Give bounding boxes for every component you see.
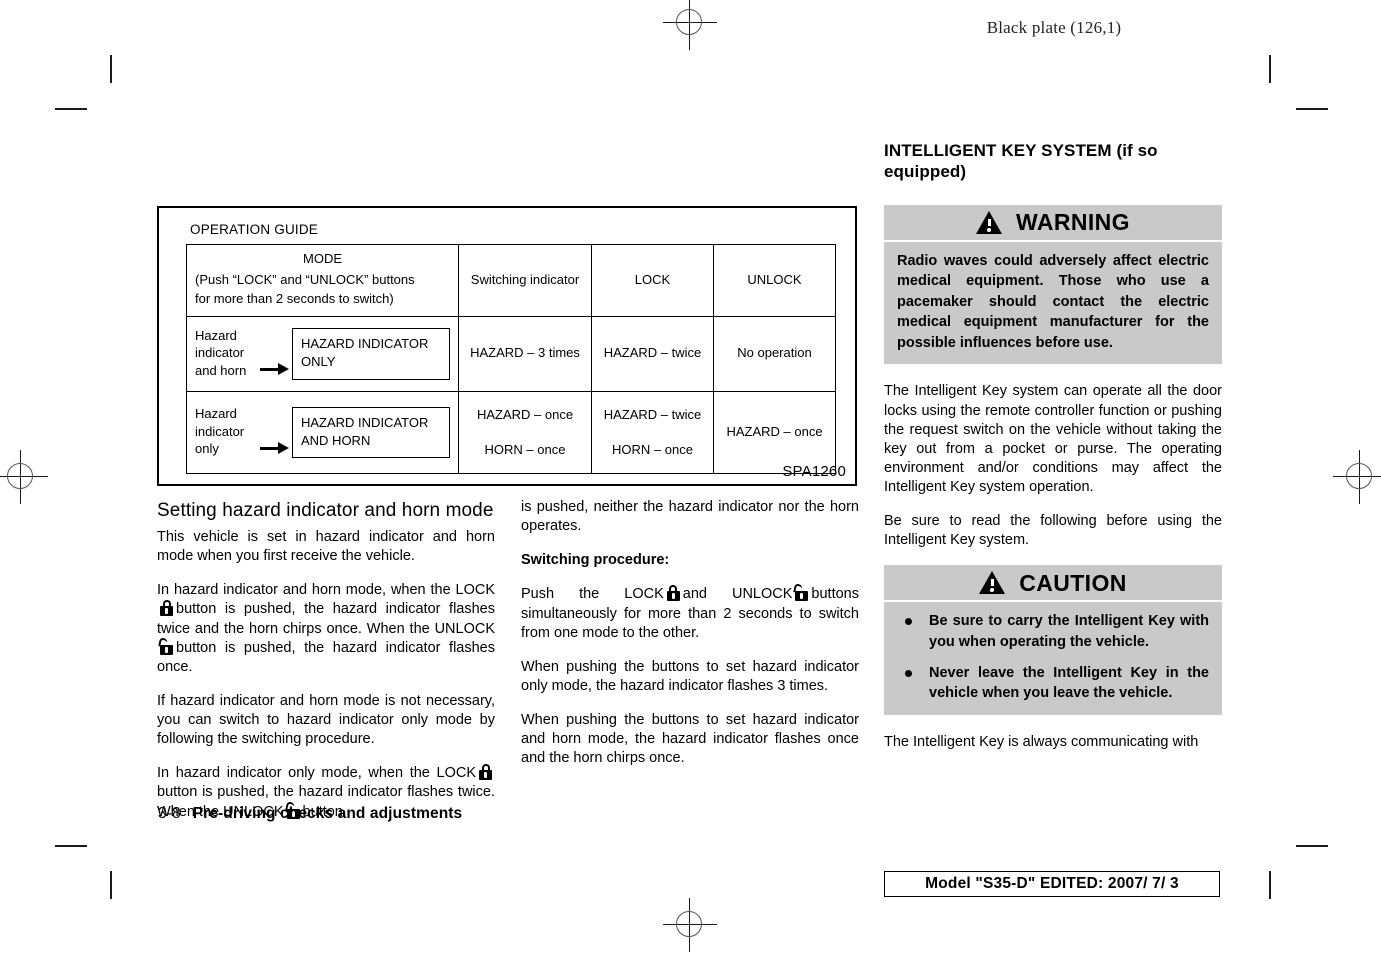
reg-circle: [676, 911, 702, 937]
cell-line: HORN – once: [612, 441, 693, 457]
section-heading-intelligent-key: INTELLIGENT KEY SYSTEM (if so equipped): [884, 141, 1158, 182]
crop-mark-bottom-right-horizontal: [1296, 845, 1328, 847]
cell-lock-2: HAZARD – twice HORN – once: [591, 391, 714, 475]
table-header-row: MODE (Push “LOCK” and “UNLOCK” buttons f…: [186, 244, 836, 317]
mode-to-box-1: HAZARD INDICATOR ONLY: [292, 328, 450, 380]
operation-guide-figure: OPERATION GUIDE MODE (Push “LOCK” and “U…: [157, 206, 857, 486]
warning-box: WARNING Radio waves could adversely affe…: [884, 204, 1222, 365]
warning-label: WARNING: [1016, 208, 1130, 235]
warning-triangle-icon: [979, 571, 1006, 595]
caution-box: CAUTION Be sure to carry the Intelligent…: [884, 565, 1222, 715]
header-cell-switching-indicator: Switching indicator: [458, 244, 592, 317]
crop-mark-top-right-vertical: [1269, 55, 1271, 83]
black-plate-header: Black plate (126,1): [986, 18, 1122, 37]
paragraph: When pushing the buttons to set hazard i…: [521, 712, 859, 767]
registration-mark-top: [663, 0, 717, 50]
cell-switching-indicator-1: HAZARD – 3 times: [458, 315, 592, 393]
text-run: and UNLOCK: [682, 586, 793, 603]
mode-to-box-2: HAZARD INDICATOR AND HORN: [292, 406, 450, 459]
lock-closed-icon: [666, 585, 680, 602]
header-cell-mode: MODE (Push “LOCK” and “UNLOCK” buttons f…: [186, 244, 459, 317]
figure-code: SPA1260: [782, 463, 846, 480]
subheading-switching-procedure: Switching procedure:: [521, 552, 670, 569]
paragraph: The Intelligent Key is always communicat…: [884, 733, 1199, 750]
bullet-icon: [905, 669, 912, 677]
figure-caption: OPERATION GUIDE: [190, 222, 319, 237]
table-row: Hazard indicator only HAZARD INDICATOR A…: [186, 391, 836, 475]
paragraph-with-icons: Push the LOCK and UNLOCK buttons simultane…: [521, 583, 859, 642]
paragraph-with-icons: In hazard indicator and horn mode, when …: [157, 581, 495, 677]
warning-text: Radio waves could adversely affect elect…: [897, 252, 1209, 351]
crop-mark-bottom-left-vertical: [110, 871, 112, 899]
text-column-middle: is pushed, neither the hazard indicator …: [521, 498, 859, 768]
reg-circle: [676, 9, 702, 35]
lock-closed-icon: [160, 600, 173, 617]
registration-mark-bottom: [663, 898, 717, 952]
cell-mode-transition-1: Hazard indicator and horn HAZARD INDICAT…: [186, 315, 459, 393]
section-name: Pre-driving checks and adjustments: [192, 805, 463, 822]
reg-circle: [1346, 463, 1372, 489]
cell-line: HAZARD – twice: [603, 406, 702, 422]
paragraph: When pushing the buttons to set hazard i…: [521, 658, 859, 694]
header-cell-unlock: UNLOCK: [713, 244, 836, 317]
paragraph: The Intelligent Key system can operate a…: [884, 383, 1222, 496]
paragraph: If hazard indicator and horn mode is not…: [157, 692, 495, 748]
mode-from-label-1: Hazard indicator and horn: [195, 327, 247, 378]
list-item: Be sure to carry the Intelligent Key wit…: [897, 611, 1209, 652]
lock-open-icon: [793, 583, 809, 602]
header-mode-note: (Push “LOCK” and “UNLOCK” buttons for mo…: [195, 271, 415, 306]
bullet-icon: [905, 618, 912, 626]
cell-switching-indicator-2: HAZARD – once HORN – once: [458, 391, 592, 475]
text-run: Push the LOCK: [521, 586, 664, 603]
crop-mark-bottom-left-horizontal: [55, 845, 87, 847]
crop-mark-top-left-vertical: [110, 55, 112, 83]
cell-line: HORN – once: [484, 441, 566, 457]
lock-closed-icon: [479, 764, 492, 781]
cell-unlock-2: HAZARD – once: [713, 391, 836, 475]
warning-header: WARNING: [884, 204, 1222, 240]
list-item-text: Be sure to carry the Intelligent Key wit…: [929, 613, 1209, 650]
cell-mode-transition-2: Hazard indicator only HAZARD INDICATOR A…: [186, 391, 459, 475]
reg-circle: [7, 463, 33, 489]
page-number: 3-8: [158, 805, 181, 822]
crop-mark-bottom-right-vertical: [1269, 871, 1271, 899]
text-run: button is pushed, the hazard indicator f…: [157, 601, 495, 637]
arrow-right-icon: [260, 441, 290, 454]
paragraph: This vehicle is set in hazard indicator …: [157, 529, 495, 565]
caution-header: CAUTION: [884, 565, 1222, 601]
caution-body: Be sure to carry the Intelligent Key wit…: [884, 602, 1222, 715]
page-footer-left: 3-8 Pre-driving checks and adjustments: [158, 805, 462, 823]
model-edited-box: Model "S35-D" EDITED: 2007/ 7/ 3: [884, 871, 1220, 897]
registration-mark-left: [0, 450, 48, 504]
text-column-left: Setting hazard indicator and horn mode T…: [157, 498, 495, 822]
text-run: In hazard indicator only mode, when the …: [157, 765, 476, 782]
lock-open-icon: [158, 636, 173, 655]
cell-unlock-1: No operation: [713, 315, 836, 393]
operation-guide-table: MODE (Push “LOCK” and “UNLOCK” buttons f…: [186, 244, 836, 475]
caution-label: CAUTION: [1019, 569, 1127, 596]
cell-line: HAZARD – once: [476, 406, 574, 422]
list-item-text: Never leave the Intelligent Key in the v…: [929, 664, 1209, 702]
header-mode-title: MODE: [303, 251, 342, 266]
section-heading-hazard-mode: Setting hazard indicator and horn mode: [157, 500, 494, 521]
table-row: Hazard indicator and horn HAZARD INDICAT…: [186, 315, 836, 393]
arrow-right-icon: [260, 363, 290, 376]
crop-mark-top-left-horizontal: [55, 108, 87, 110]
registration-mark-right: [1333, 450, 1381, 504]
warning-body: Radio waves could adversely affect elect…: [884, 241, 1222, 365]
caution-bullet-list: Be sure to carry the Intelligent Key wit…: [897, 611, 1209, 703]
paragraph: is pushed, neither the hazard indicator …: [521, 499, 859, 535]
warning-triangle-icon: [976, 210, 1003, 234]
cell-lock-1: HAZARD – twice: [591, 315, 714, 393]
text-column-right: INTELLIGENT KEY SYSTEM (if so equipped) …: [884, 140, 1222, 752]
text-run: button is pushed, the hazard indicator f…: [157, 639, 495, 675]
header-cell-lock: LOCK: [591, 244, 714, 317]
mode-from-label-2: Hazard indicator only: [195, 406, 245, 457]
paragraph: Be sure to read the following before usi…: [884, 513, 1222, 549]
crop-mark-top-right-horizontal: [1296, 108, 1328, 110]
list-item: Never leave the Intelligent Key in the v…: [897, 663, 1209, 704]
text-run: In hazard indicator and horn mode, when …: [157, 582, 495, 599]
